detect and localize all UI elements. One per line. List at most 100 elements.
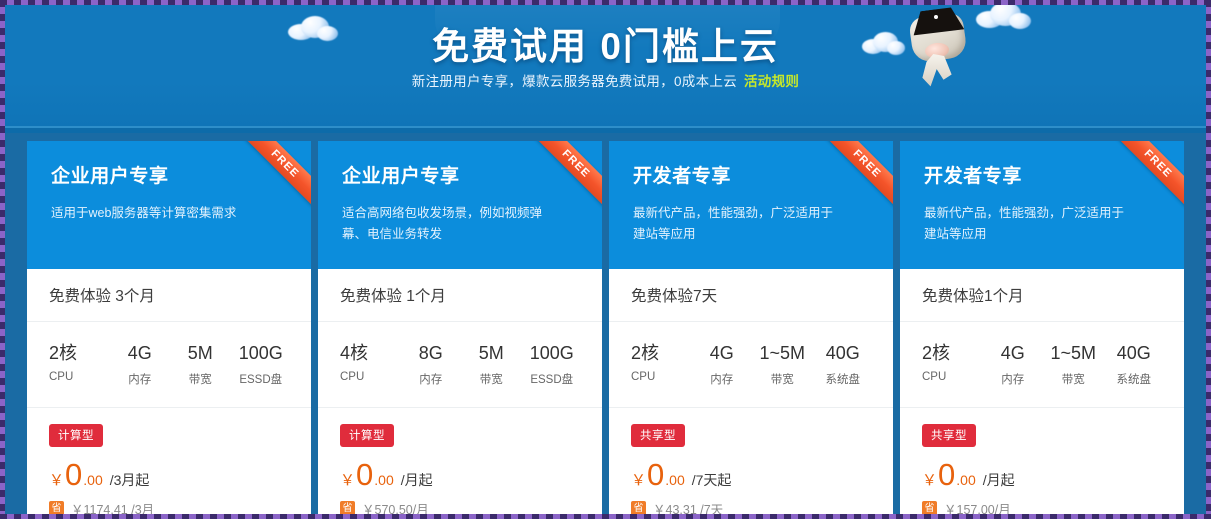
plan-spec-label: 带宽	[1061, 374, 1085, 386]
plan-card-header: FREE 开发者专享 最新代产品，性能强劲，广泛适用于建站等应用	[900, 141, 1184, 269]
plan-spec-label: 带宽	[188, 374, 212, 386]
plan-price: ￥ 0 .00 /7天起	[631, 459, 871, 490]
plan-pricing: 计算型 ￥ 0 .00 /月起 省 ￥570.50/月	[318, 408, 602, 518]
plan-spec-value: 40G	[825, 343, 860, 363]
plan-spec-value: 4G	[1000, 343, 1025, 363]
plan-description: 最新代产品，性能强劲，广泛适用于建站等应用	[633, 206, 834, 241]
plan-trial-period: 免费体验7天	[609, 269, 893, 322]
original-price-text: ￥570.50/月	[362, 503, 429, 517]
price-integer: 0	[938, 457, 956, 492]
plan-trial-period: 免费体验1个月	[900, 269, 1184, 322]
plan-spec: 100G ESSD盘	[231, 340, 292, 387]
activity-rules-link[interactable]: 活动规则	[744, 74, 799, 89]
plan-original-price: 省 ￥1174.41 /3月	[49, 499, 289, 518]
plan-pricing: 共享型 ￥ 0 .00 /7天起 省 ￥43.31 /7天	[609, 408, 893, 518]
original-price-text: ￥43.31 /7天	[653, 503, 724, 517]
plan-price: ￥ 0 .00 /月起	[340, 459, 580, 490]
plan-spec-label: CPU	[340, 371, 365, 383]
save-badge-icon: 省	[49, 501, 64, 516]
plan-spec: 5M 带宽	[461, 340, 522, 387]
plan-spec-value: 5M	[187, 343, 213, 363]
price-unit: /3月起	[109, 472, 150, 488]
plan-trial-period: 免费体验 1个月	[318, 269, 602, 322]
plan-pricing: 计算型 ￥ 0 .00 /3月起 省 ￥1174.41 /3月	[27, 408, 311, 518]
price-integer: 0	[356, 457, 374, 492]
plan-original-price: 省 ￥43.31 /7天	[631, 499, 871, 518]
price-decimal: .00	[665, 472, 685, 488]
plan-spec-list: 4核 CPU 8G 内存 5M 带宽 100G ESSD盘	[318, 322, 602, 408]
plan-type-tag: 共享型	[631, 424, 685, 447]
save-badge-icon: 省	[922, 501, 937, 516]
banner-divider	[0, 126, 1211, 133]
currency-symbol: ￥	[49, 472, 65, 489]
plan-spec: 100G ESSD盘	[522, 340, 583, 387]
plan-original-price: 省 ￥157.00/月	[922, 499, 1162, 518]
plan-spec: 2核 CPU	[920, 340, 983, 387]
plan-spec-value: 2核	[631, 343, 660, 363]
plan-type-tag: 计算型	[340, 424, 394, 447]
price-decimal: .00	[83, 472, 103, 488]
plan-price: ￥ 0 .00 /3月起	[49, 459, 289, 490]
banner-title: 免费试用 0门槛上云	[432, 26, 779, 67]
plan-card-header: FREE 企业用户专享 适用于web服务器等计算密集需求	[27, 141, 311, 269]
plan-spec-label: ESSD盘	[530, 374, 574, 386]
plan-price: ￥ 0 .00 /月起	[922, 459, 1162, 490]
plan-card-header: FREE 企业用户专享 适合高网络包收发场景，例如视频弹幕、电信业务转发	[318, 141, 602, 269]
plan-title: 企业用户专享	[342, 166, 460, 187]
plan-spec-value: 1~5M	[1050, 343, 1097, 363]
currency-symbol: ￥	[340, 472, 356, 489]
plan-spec: 40G 系统盘	[813, 340, 874, 387]
original-price-text: ￥157.00/月	[944, 503, 1011, 517]
plan-card-list: FREE 企业用户专享 适用于web服务器等计算密集需求 免费体验 3个月 2核…	[0, 141, 1211, 519]
plan-spec-list: 2核 CPU 4G 内存 1~5M 带宽 40G 系统盘	[900, 322, 1184, 408]
plan-spec: 5M 带宽	[170, 340, 231, 387]
plan-spec-label: 带宽	[479, 374, 503, 386]
plan-spec: 4G 内存	[983, 340, 1044, 387]
plan-card[interactable]: FREE 开发者专享 最新代产品，性能强劲，广泛适用于建站等应用 免费体验1个月…	[900, 141, 1184, 519]
plan-spec-label: 带宽	[770, 374, 794, 386]
save-badge-icon: 省	[631, 501, 646, 516]
plan-title: 企业用户专享	[51, 166, 169, 187]
price-unit: /月起	[400, 472, 433, 488]
plan-spec: 8G 内存	[401, 340, 462, 387]
plan-card[interactable]: FREE 企业用户专享 适合高网络包收发场景，例如视频弹幕、电信业务转发 免费体…	[318, 141, 602, 519]
plan-type-tag: 共享型	[922, 424, 976, 447]
plan-title: 开发者专享	[924, 166, 1023, 187]
plan-spec-value: 8G	[418, 343, 443, 363]
plan-spec-label: 内存	[128, 374, 152, 386]
plan-description: 最新代产品，性能强劲，广泛适用于建站等应用	[924, 206, 1125, 241]
plan-spec-value: 100G	[529, 343, 574, 363]
plan-spec-label: ESSD盘	[239, 374, 283, 386]
plan-spec-value: 4核	[340, 343, 369, 363]
plan-spec-label: CPU	[922, 371, 947, 383]
plan-spec-label: 系统盘	[825, 374, 861, 386]
plan-spec: 2核 CPU	[47, 340, 110, 387]
plan-spec-list: 2核 CPU 4G 内存 5M 带宽 100G ESSD盘	[27, 322, 311, 408]
promo-page: 免费试用 0门槛上云 新注册用户专享，爆款云服务器免费试用，0成本上云 活动规则 …	[0, 0, 1211, 519]
plan-card-header: FREE 开发者专享 最新代产品，性能强劲，广泛适用于建站等应用	[609, 141, 893, 269]
price-decimal: .00	[374, 472, 394, 488]
price-unit: /7天起	[691, 472, 732, 488]
plan-spec: 4G 内存	[110, 340, 171, 387]
plan-spec-list: 2核 CPU 4G 内存 1~5M 带宽 40G 系统盘	[609, 322, 893, 408]
plan-spec-value: 2核	[922, 343, 951, 363]
plan-spec-label: 内存	[1001, 374, 1025, 386]
plan-card[interactable]: FREE 开发者专享 最新代产品，性能强劲，广泛适用于建站等应用 免费体验7天 …	[609, 141, 893, 519]
plan-card[interactable]: FREE 企业用户专享 适用于web服务器等计算密集需求 免费体验 3个月 2核…	[27, 141, 311, 519]
plan-spec-value: 40G	[1116, 343, 1151, 363]
plan-spec-value: 100G	[238, 343, 283, 363]
original-price-text: ￥1174.41 /3月	[71, 503, 155, 517]
plan-spec: 4G 内存	[692, 340, 753, 387]
plan-trial-period: 免费体验 3个月	[27, 269, 311, 322]
price-integer: 0	[65, 457, 83, 492]
plan-spec-value: 2核	[49, 343, 78, 363]
price-integer: 0	[647, 457, 665, 492]
plan-spec-value: 5M	[478, 343, 504, 363]
price-unit: /月起	[982, 472, 1015, 488]
currency-symbol: ￥	[922, 472, 938, 489]
plan-title: 开发者专享	[633, 166, 732, 187]
plan-spec: 1~5M 带宽	[1043, 340, 1104, 387]
plan-spec-value: 4G	[709, 343, 734, 363]
plan-spec-label: CPU	[49, 371, 74, 383]
price-decimal: .00	[956, 472, 976, 488]
